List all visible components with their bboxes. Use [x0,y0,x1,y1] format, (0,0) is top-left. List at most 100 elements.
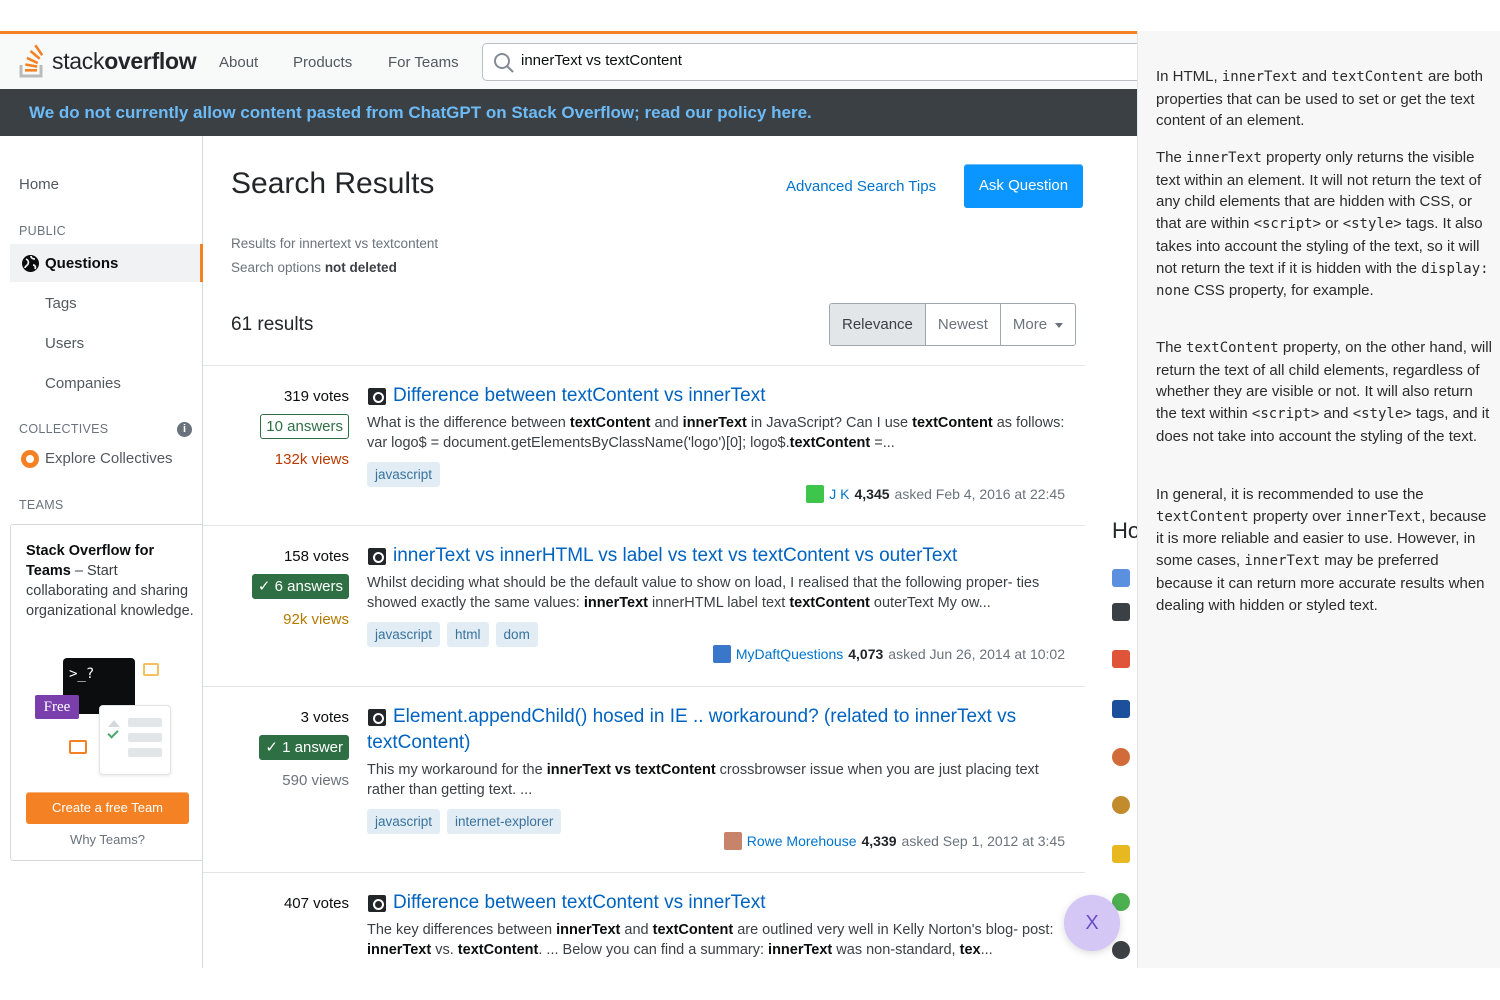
tag-dom[interactable]: dom [495,622,538,647]
teams-promo-card: Stack Overflow for Teams – Start collabo… [10,524,203,861]
question-title-link[interactable]: Difference between textContent vs innerT… [367,383,1067,409]
app-icon[interactable] [1112,569,1130,587]
sidebar-heading-collectives: COLLECTIVES [19,422,109,436]
question-summary: 3 votes ✓ 1 answer 590 views Element.app… [203,687,1085,872]
answer-count-accepted: ✓ 6 answers [251,574,349,599]
globe-icon [22,255,39,272]
app-icon[interactable] [1112,700,1130,718]
answer-count: 10 answers [260,414,349,439]
search-box[interactable] [482,43,1142,81]
sidebar-item-home[interactable]: Home [19,176,59,193]
question-meta: MyDaftQuestions 4,073 asked Jun 26, 2014… [712,645,1065,663]
app-icon[interactable] [1112,796,1130,814]
app-icon[interactable] [1112,845,1130,863]
answer-paragraph: The textContent property, on the other h… [1156,339,1492,445]
asked-time: asked Jun 26, 2014 at 10:02 [888,646,1065,662]
result-count: 61 results [231,314,314,335]
tag-javascript[interactable]: javascript [367,462,441,487]
tag-list: javascript internet-explorer [367,809,562,834]
tag-javascript[interactable]: javascript [367,809,441,834]
check-icon: ✓ [265,739,283,756]
sidebar-widget-heading: Ho [1112,518,1137,543]
chat-bubble-icon [143,663,159,676]
close-fab-button[interactable]: X [1064,895,1120,951]
search-options-text: Search options not deleted [231,260,397,275]
avatar[interactable] [723,832,742,850]
info-icon[interactable]: i [177,422,192,437]
tag-internet-explorer[interactable]: internet-explorer [447,809,562,834]
sidebar-item-users[interactable]: Users [45,335,84,352]
sidebar-item-questions-label: Questions [45,255,119,272]
sidebar-item-explore-collectives[interactable]: Explore Collectives [45,450,173,467]
app-icon[interactable] [1112,603,1130,621]
question-title-link[interactable]: Difference between textContent vs innerT… [367,890,1067,916]
filter-newest-button[interactable]: Newest [924,304,1000,345]
stackoverflow-logo[interactable]: stackoverflow [18,43,197,79]
page-title: Search Results [231,167,435,200]
user-reputation: 4,345 [854,486,890,502]
sidebar-item-companies[interactable]: Companies [45,375,121,392]
nav-for-teams[interactable]: For Teams [388,54,459,71]
sidebar-heading-teams: TEAMS [19,498,64,512]
question-excerpt: Whilst deciding what should be the defau… [367,575,1040,611]
tag-javascript[interactable]: javascript [367,622,441,647]
view-count: 590 views [282,772,349,789]
policy-banner-link[interactable]: We do not currently allow content pasted… [29,103,812,123]
question-excerpt: This my workaround for the innerText vs … [367,762,1039,798]
tag-list: javascript [367,462,441,487]
comment-icon [69,740,87,754]
question-meta: J K 4,345 asked Feb 4, 2016 at 22:45 [806,485,1065,503]
teams-illustration: >_? Free [33,655,183,775]
answer-count-accepted: ✓ 1 answer [259,735,349,760]
asked-time: asked Sep 1, 2012 at 3:45 [901,833,1065,849]
question-meta: Rowe Morehouse 4,339 asked Sep 1, 2012 a… [723,832,1065,850]
user-link[interactable]: Rowe Morehouse [747,833,857,849]
sidebar-item-tags[interactable]: Tags [45,295,77,312]
answer-paragraph: In general, it is recommended to use the… [1156,486,1487,614]
checklist-card [99,705,171,775]
results-for-text: Results for innertext vs textcontent [231,236,439,251]
nav-products[interactable]: Products [293,54,352,71]
bookmark-icon[interactable] [1112,650,1130,668]
question-title-link[interactable]: innerText vs innerHTML vs label vs text … [367,543,1067,569]
sidebar-item-questions[interactable]: Questions [10,244,203,282]
search-icon [494,53,514,73]
vote-count: 3 votes [300,709,349,726]
answer-paragraph: The innerText property only returns the … [1156,149,1489,300]
answer-summary: 407 votes Difference between textContent… [203,873,1085,968]
ask-question-button[interactable]: Ask Question [964,164,1083,208]
search-input[interactable] [521,52,1081,69]
tag-list: javascript html dom [367,622,538,647]
avatar[interactable] [712,645,731,663]
why-teams-link[interactable]: Why Teams? [11,832,204,847]
question-summary: 158 votes ✓ 6 answers 92k views innerTex… [203,526,1085,686]
tag-html[interactable]: html [447,622,489,647]
filter-more-button[interactable]: More [999,304,1076,345]
sort-filter-group: Relevance Newest More [829,303,1077,346]
chevron-down-icon [1055,322,1064,328]
filter-relevance-button[interactable]: Relevance [830,304,925,345]
teams-promo-text: Stack Overflow for Teams – Start collabo… [26,543,194,619]
question-excerpt: What is the difference between textConte… [367,415,1065,451]
question-title-link[interactable]: Element.appendChild() hosed in IE .. wor… [367,704,1067,756]
app-icon[interactable] [1112,748,1130,766]
answer-excerpt: The key differences between innerText an… [367,922,1054,958]
user-reputation: 4,339 [861,833,897,849]
app-icon[interactable] [1112,941,1130,959]
stackoverflow-logo-icon [19,44,44,78]
chatgpt-answer-panel: In HTML, innerText and textContent are b… [1137,31,1500,968]
nav-about[interactable]: About [219,54,258,71]
advanced-search-tips-link[interactable]: Advanced Search Tips [786,178,936,195]
avatar[interactable] [806,485,825,503]
vote-count: 319 votes [283,388,349,405]
main-content: Search Results Advanced Search Tips Ask … [203,136,1137,968]
free-badge: Free [35,695,79,719]
create-free-team-button[interactable]: Create a free Team [26,792,189,824]
top-bar: stackoverflow About Products For Teams [0,31,1142,89]
check-icon [107,727,119,739]
policy-banner: We do not currently allow content pasted… [0,89,1137,136]
left-sidebar: Home PUBLIC Questions Tags Users Compani… [0,136,203,968]
sidebar-heading-public: PUBLIC [19,224,66,238]
user-link[interactable]: MyDaftQuestions [736,646,843,662]
user-link[interactable]: J K [829,486,849,502]
